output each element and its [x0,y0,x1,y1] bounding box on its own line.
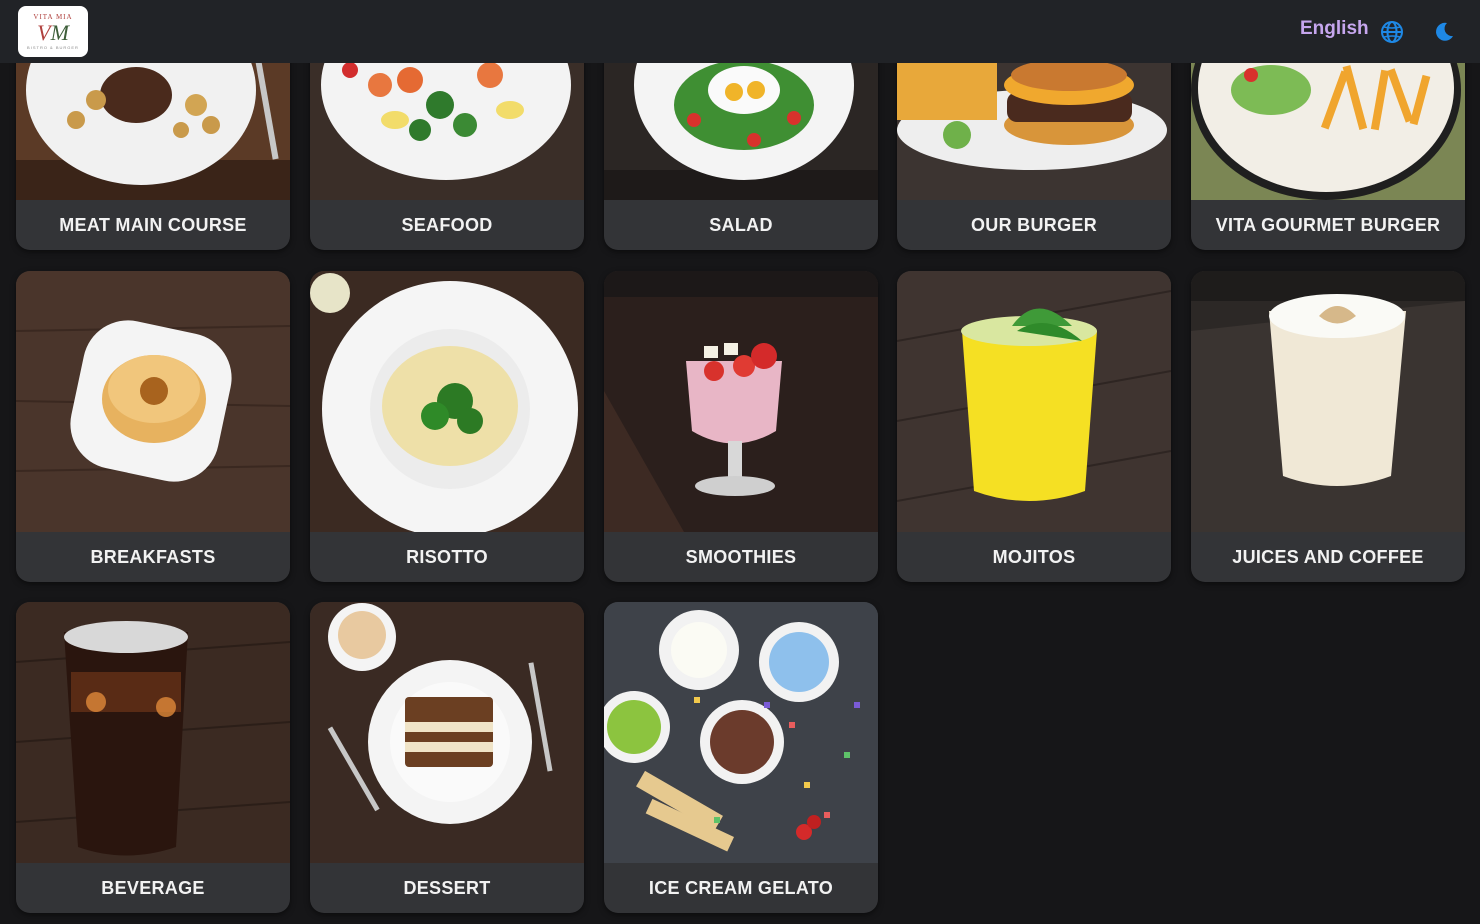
beverage-image [16,602,290,863]
category-card-ice-cream-gelato[interactable]: ICE CREAM GELATO [604,602,878,913]
language-selector[interactable]: English [1300,18,1369,40]
category-card-seafood[interactable]: SEAFOOD [310,30,584,250]
category-card-our-burger[interactable]: OUR BURGER [897,30,1171,250]
mojitos-image [897,271,1171,532]
category-label: MOJITOS [992,546,1076,567]
category-card-breakfasts[interactable]: BREAKFASTS [16,271,290,582]
category-label: JUICES AND COFFEE [1232,546,1424,567]
category-label: VITA GOURMET BURGER [1215,214,1441,235]
category-label: ICE CREAM GELATO [648,877,834,898]
ice-cream-image [604,602,878,863]
category-label: RISOTTO [406,546,488,567]
smoothies-image [604,271,878,532]
category-card-vita-gourmet-burger[interactable]: VITA GOURMET BURGER [1191,30,1465,250]
dessert-image [310,602,584,863]
category-label: SMOOTHIES [685,546,797,567]
risotto-image [310,271,584,532]
restaurant-logo[interactable]: VITA MIA VM BISTRO & BURGER [18,6,88,57]
category-card-juices-coffee[interactable]: JUICES AND COFFEE [1191,271,1465,582]
category-card-mojitos[interactable]: MOJITOS [897,271,1171,582]
category-label: DESSERT [403,877,491,898]
category-label: BREAKFASTS [90,546,216,567]
globe-icon[interactable] [1380,20,1404,44]
category-label: OUR BURGER [970,214,1097,235]
category-card-smoothies[interactable]: SMOOTHIES [604,271,878,582]
category-card-risotto[interactable]: RISOTTO [310,271,584,582]
category-card-dessert[interactable]: DESSERT [310,602,584,913]
category-label: BEVERAGE [101,877,205,898]
category-label: SALAD [709,214,773,235]
category-card-meat[interactable]: MEAT MAIN COURSE [16,30,290,250]
category-label: MEAT MAIN COURSE [59,214,247,235]
logo-sub-text: BISTRO & BURGER [27,44,79,50]
logo-mark: VM [37,19,69,45]
breakfasts-image [16,271,290,532]
category-label: SEAFOOD [401,214,493,235]
top-bar: VITA MIA VM BISTRO & BURGER English [0,0,1480,63]
logo-mark-m: M [50,19,69,45]
moon-icon[interactable] [1432,20,1456,44]
logo-mark-v: V [37,19,51,45]
category-card-beverage[interactable]: BEVERAGE [16,602,290,913]
category-card-salad[interactable]: SALAD [604,30,878,250]
juices-coffee-image [1191,271,1465,532]
